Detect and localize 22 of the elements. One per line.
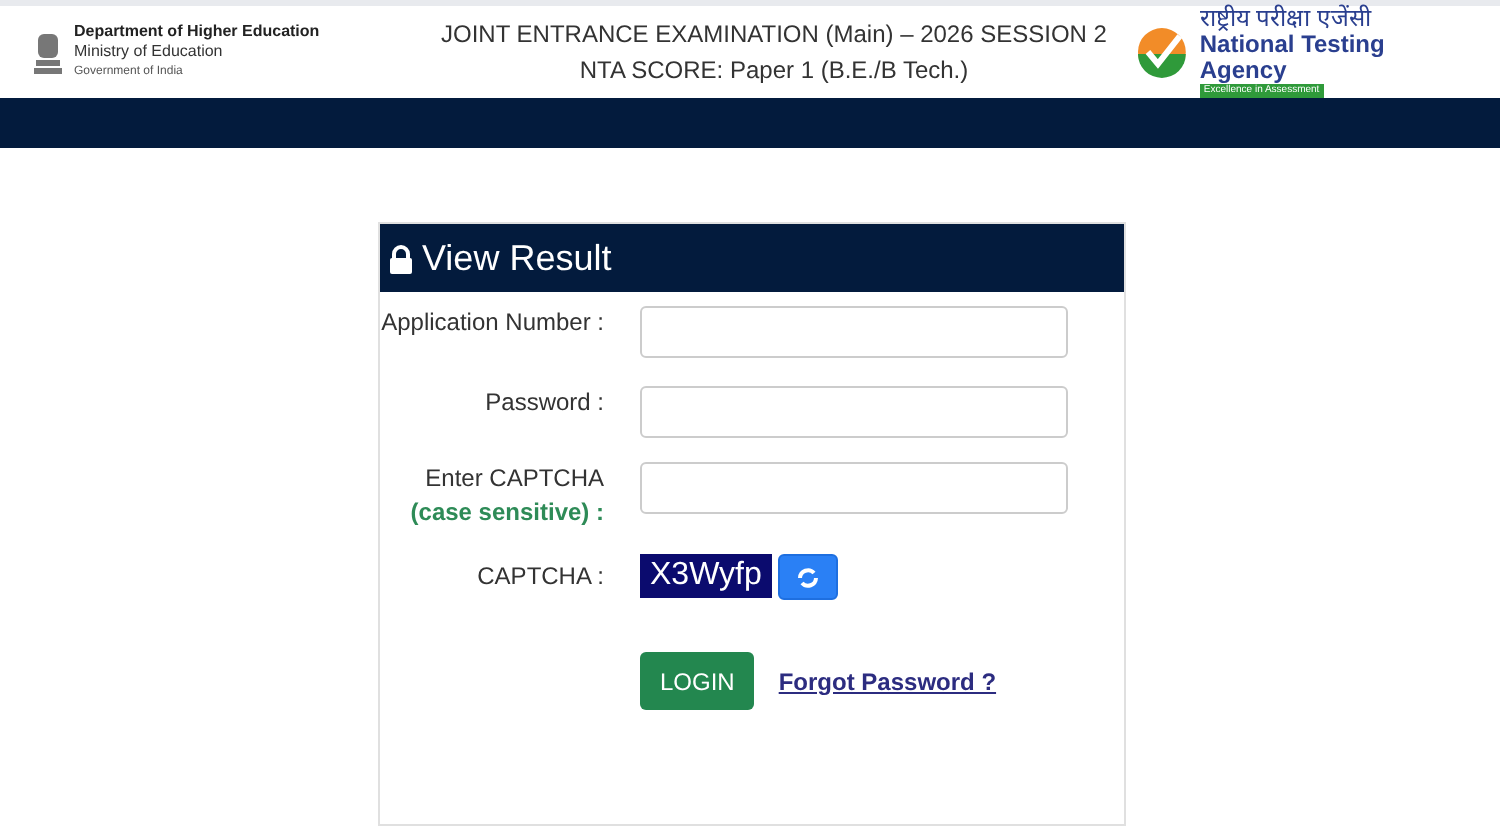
refresh-button[interactable] [778,554,838,600]
department-name: Department of Higher Education [74,22,320,42]
form-title: View Result [422,237,612,279]
captcha-image: X3Wyfp [640,554,772,598]
field-note: (case sensitive) : [410,496,604,530]
ministry-name: Ministry of Education [74,42,225,62]
lock-icon [388,243,414,273]
exam-title: JOINT ENTRANCE EXAMINATION (Main) – 2026 SESSION 2 [441,20,1107,48]
field-label: Password : [485,386,604,420]
refresh-icon [796,565,820,589]
input-field[interactable] [640,386,1068,438]
forgot-password-link[interactable]: Forgot Password ? [778,667,997,695]
input-field[interactable] [640,306,1068,358]
agency-hindi-name: राष्ट्रीय परीक्षा एजेंसी [1199,6,1374,32]
field-label: Application Number : [381,306,604,340]
agency-name: National Testing Agency [1199,32,1387,84]
check-logo-icon [1136,26,1188,78]
input-field[interactable] [640,462,1068,514]
field-label: Enter CAPTCHA [425,462,604,496]
login-button[interactable]: LOGIN [640,652,755,710]
exam-title: NTA SCORE: Paper 1 (B.E./B Tech.) [579,56,969,84]
field-label: CAPTCHA : [477,560,604,594]
